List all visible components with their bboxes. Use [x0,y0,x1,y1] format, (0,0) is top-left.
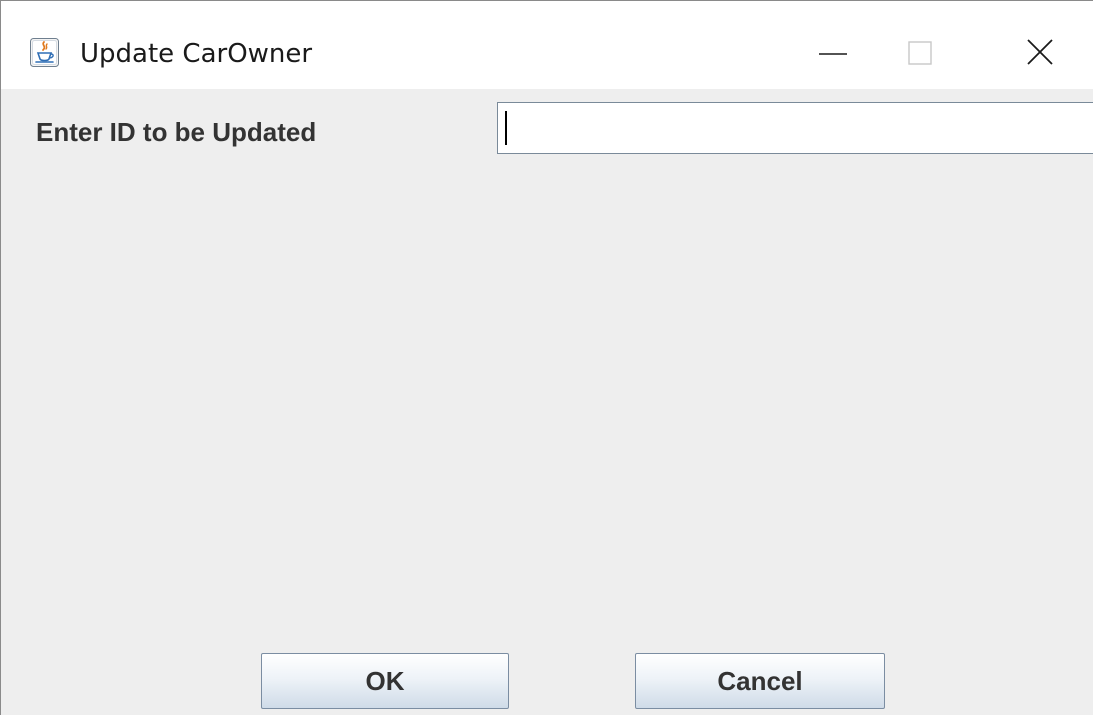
close-icon [1027,39,1053,65]
java-cup-icon [30,38,59,67]
window-title: Update CarOwner [80,39,313,69]
cancel-button[interactable]: Cancel [635,653,885,709]
minimize-icon [819,53,847,55]
close-button[interactable] [1011,28,1071,80]
title-bar[interactable]: Update CarOwner [1,1,1093,89]
maximize-button[interactable] [891,28,951,80]
ok-button[interactable]: OK [261,653,509,709]
update-carowner-dialog: Update CarOwner Enter ID to be Updated O… [0,0,1093,715]
maximize-icon [908,41,932,65]
id-input[interactable] [497,102,1093,154]
text-caret [505,111,507,145]
dialog-content: Enter ID to be Updated OK Cancel [1,89,1093,715]
id-label: Enter ID to be Updated [36,117,317,147]
minimize-button[interactable] [803,28,863,80]
